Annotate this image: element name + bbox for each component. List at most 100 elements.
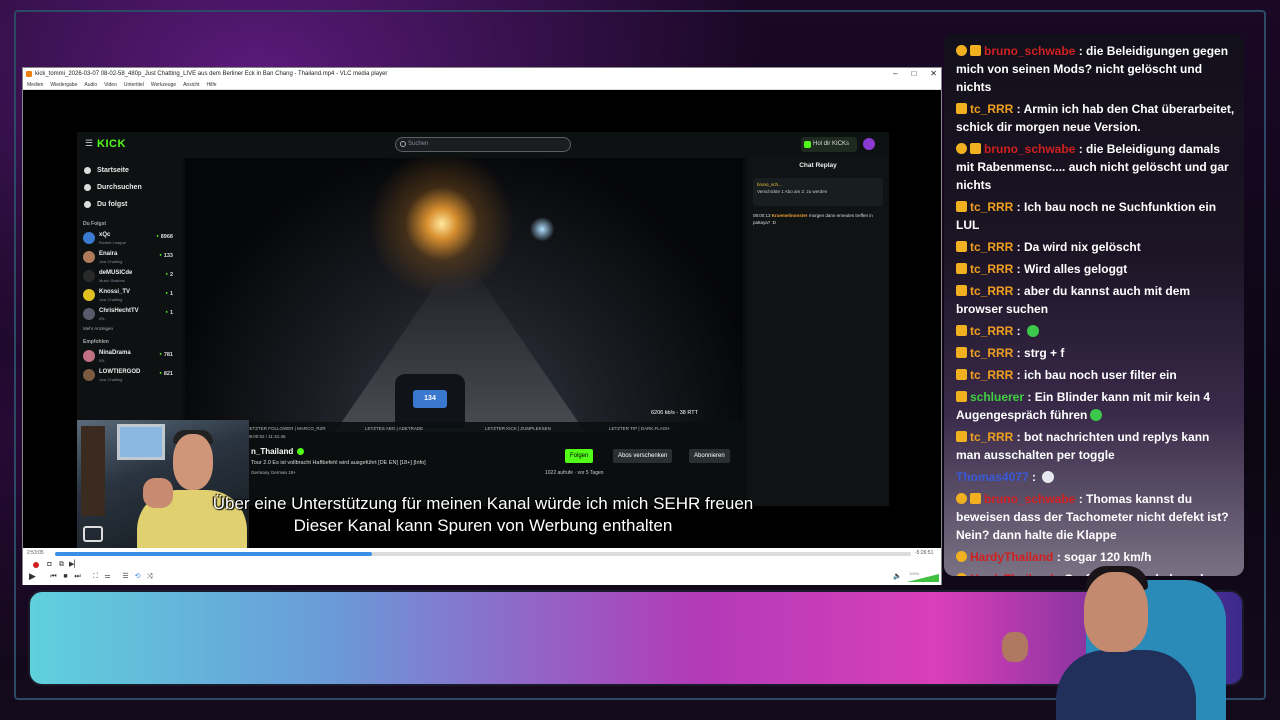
chat-username[interactable]: bruno_schwabe [984, 44, 1075, 58]
last-sub-label: LETZTES ABO | ADETRADE [365, 426, 424, 431]
snapshot-icon[interactable]: ◘ [45, 560, 54, 569]
shuffle-icon[interactable]: ⤨ [145, 572, 154, 581]
subscriber-badge-icon [956, 241, 967, 252]
viewer-count: 821 [159, 370, 173, 377]
chat-message: tc_RRR : strg + f [950, 342, 1238, 364]
fullscreen-icon[interactable]: ⛶ [91, 572, 100, 581]
avatar[interactable] [863, 138, 875, 150]
menu-hilfe[interactable]: Hilfe [207, 80, 217, 89]
laugh-emote-icon [1090, 409, 1103, 421]
tag[interactable]: Germany [251, 470, 270, 475]
chat-username[interactable]: tc_RRR [970, 346, 1013, 360]
avatar [83, 369, 95, 381]
chat-separator: : [1075, 142, 1087, 156]
channel-category: Just Chatting [99, 377, 123, 382]
chat-separator: : [1024, 390, 1035, 404]
minimize-icon[interactable]: – [893, 68, 897, 80]
maximize-icon[interactable]: □ [911, 68, 916, 80]
chat-message: bruno_schwabe : Thomas kannst du beweise… [950, 488, 1238, 546]
previous-icon[interactable]: ⏮ [49, 572, 58, 581]
tag[interactable]: German [271, 470, 287, 475]
webcam-person-body [1056, 650, 1196, 720]
viewer-count: 8968 [156, 233, 173, 240]
kick-logo[interactable]: KICK [97, 138, 126, 150]
chat-text: Wird alles geloggt [1024, 262, 1128, 276]
subscribe-button[interactable]: Abonnieren [689, 449, 730, 463]
loop-ab-icon[interactable]: ⧉ [57, 560, 66, 569]
chat-username[interactable]: bruno_schwabe [984, 142, 1075, 156]
chat-username[interactable]: tc_RRR [970, 102, 1013, 116]
extended-settings-icon[interactable]: ⚌ [103, 572, 112, 581]
vlc-video-area[interactable]: ☰ KICK Suchen Hol dir KICKs Startseite D… [23, 90, 941, 552]
chat-username[interactable]: Thomas4077 [956, 470, 1029, 484]
follow-button[interactable]: Folgen [565, 449, 594, 463]
nav-du-folgst[interactable]: Du folgst [83, 196, 175, 213]
chat-username[interactable]: tc_RRR [970, 262, 1013, 276]
menu-video[interactable]: Video [104, 80, 117, 89]
subscriber-badge-icon [956, 263, 967, 274]
sidebar-channel-knossi[interactable]: Knossi_TV Just Chatting 1 [83, 286, 175, 305]
menu-audio[interactable]: Audio [84, 80, 97, 89]
vip-badge-icon [956, 45, 967, 56]
sidebar-channel-chrishecht[interactable]: ChrisHechtTV IRL 1 [83, 305, 175, 324]
player-clock: 08:00:52 / 11:41:46 [247, 434, 286, 439]
nav-startseite[interactable]: Startseite [83, 162, 175, 179]
chat-username[interactable]: schluerer [970, 390, 1024, 404]
subscriber-badge-icon [956, 103, 967, 114]
get-kicks-button[interactable]: Hol dir KICKs [801, 137, 857, 152]
viewer-count: 781 [159, 351, 173, 358]
grin-emote-icon [1027, 325, 1040, 337]
subscriber-badge-icon [956, 201, 967, 212]
sidebar-channel-demusicde[interactable]: deMUSICde Music Stations 2 [83, 267, 175, 286]
channel-name: deMUSICde [99, 270, 133, 276]
play-button[interactable]: ▶ [28, 572, 37, 581]
menu-ansicht[interactable]: Ansicht [183, 80, 199, 89]
chat-username[interactable]: tc_RRR [970, 324, 1013, 338]
menu-icon[interactable]: ☰ [85, 138, 93, 149]
seek-bar[interactable] [55, 552, 911, 556]
sidebar-channel-enaira[interactable]: EnairaJust Chatting133 [83, 248, 175, 267]
subscriber-badge-icon [956, 391, 967, 402]
nav-durchsuchen[interactable]: Durchsuchen [83, 179, 175, 196]
kick-search-input[interactable]: Suchen [395, 137, 571, 152]
chat-separator: : [1013, 430, 1025, 444]
vip-badge-icon [956, 573, 967, 576]
vlc-menubar: Medien Wiedergabe Audio Video Untertitel… [23, 80, 941, 90]
menu-untertitel[interactable]: Untertitel [124, 80, 144, 89]
sidebar-channel-xqc[interactable]: xQcRocket League8968 [83, 229, 175, 248]
next-icon[interactable]: ⏭ [73, 572, 82, 581]
chat-separator: : [1013, 368, 1025, 382]
menu-wiedergabe[interactable]: Wiedergabe [50, 80, 77, 89]
sidebar-channel-ninadrama[interactable]: NinaDramaIRL781 [83, 347, 175, 366]
playlist-icon[interactable]: ☰ [121, 572, 130, 581]
frame-step-icon[interactable]: ▶▏ [69, 560, 80, 569]
subscriber-badge-icon [956, 325, 967, 336]
chat-username[interactable]: tc_RRR [970, 368, 1013, 382]
chat-separator: : [1013, 284, 1025, 298]
vlc-titlebar: kick_tommi_2026-03-07 08-02-58_480p_Just… [23, 68, 941, 80]
streamer-name[interactable]: n_Thailand [251, 447, 304, 456]
stream-title: Tour 2.0 Es ist vollbracht Haftbefehl wi… [251, 460, 426, 466]
chat-message: tc_RRR : Armin ich hab den Chat überarbe… [950, 98, 1238, 138]
show-more-link[interactable]: Mehr Anzeigen [83, 326, 175, 331]
stop-icon[interactable]: ■ [61, 572, 70, 581]
menu-werkzeuge[interactable]: Werkzeuge [151, 80, 176, 89]
chat-username[interactable]: tc_RRR [970, 284, 1013, 298]
chat-username[interactable]: tc_RRR [970, 430, 1013, 444]
chat-username[interactable]: bruno_schwabe [984, 492, 1075, 506]
tag[interactable]: 18+ [288, 470, 296, 475]
volume-icon[interactable]: 🔈 [893, 572, 902, 581]
close-icon[interactable]: ✕ [930, 68, 937, 80]
chat-username[interactable]: tc_RRR [970, 240, 1013, 254]
chat-username[interactable]: tc_RRR [970, 200, 1013, 214]
kick-video-player[interactable]: 134 [185, 158, 743, 432]
record-icon[interactable] [33, 562, 39, 568]
loop-icon[interactable]: ⟲ [133, 572, 142, 581]
elapsed-time: 2:53:05 [27, 550, 44, 556]
sidebar-channel-lowtiergod[interactable]: LOWTIERGODJust Chatting821 [83, 366, 175, 385]
gift-subs-button[interactable]: Abos verschenken [613, 449, 673, 463]
chat-message: tc_RRR : ich bau noch user filter ein [950, 364, 1238, 386]
avatar [83, 289, 95, 301]
menu-medien[interactable]: Medien [27, 80, 43, 89]
webcam-feed [996, 560, 1232, 720]
